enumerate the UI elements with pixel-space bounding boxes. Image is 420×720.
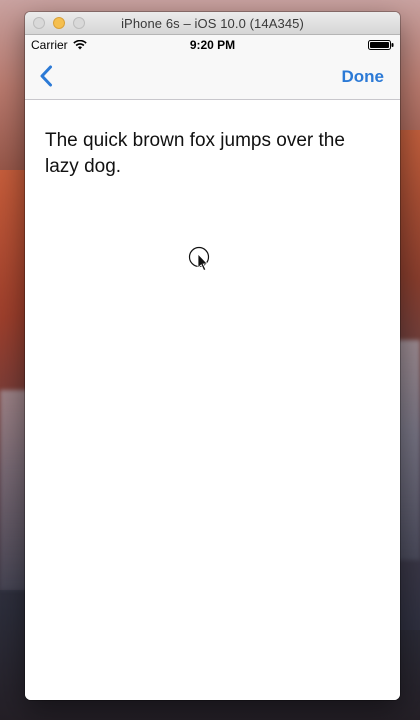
simulator-window: iPhone 6s – iOS 10.0 (14A345) Carrier 9:…	[25, 12, 400, 700]
status-time: 9:20 PM	[189, 38, 236, 52]
navigation-bar: Done	[25, 55, 400, 100]
content-area: The quick brown fox jumps over the lazy …	[25, 100, 400, 700]
window-titlebar[interactable]: iPhone 6s – iOS 10.0 (14A345)	[25, 12, 400, 35]
window-controls	[33, 17, 85, 29]
window-zoom-button[interactable]	[73, 17, 85, 29]
chevron-left-icon	[40, 65, 52, 87]
ios-status-bar: Carrier 9:20 PM	[25, 35, 400, 55]
body-text: The quick brown fox jumps over the lazy …	[45, 130, 345, 177]
window-minimize-button[interactable]	[53, 17, 65, 29]
done-button[interactable]: Done	[342, 67, 385, 87]
window-title: iPhone 6s – iOS 10.0 (14A345)	[121, 15, 304, 31]
back-button[interactable]	[31, 61, 61, 91]
mouse-cursor-icon	[188, 246, 210, 272]
battery-icon	[368, 40, 394, 50]
window-close-button[interactable]	[33, 17, 45, 29]
